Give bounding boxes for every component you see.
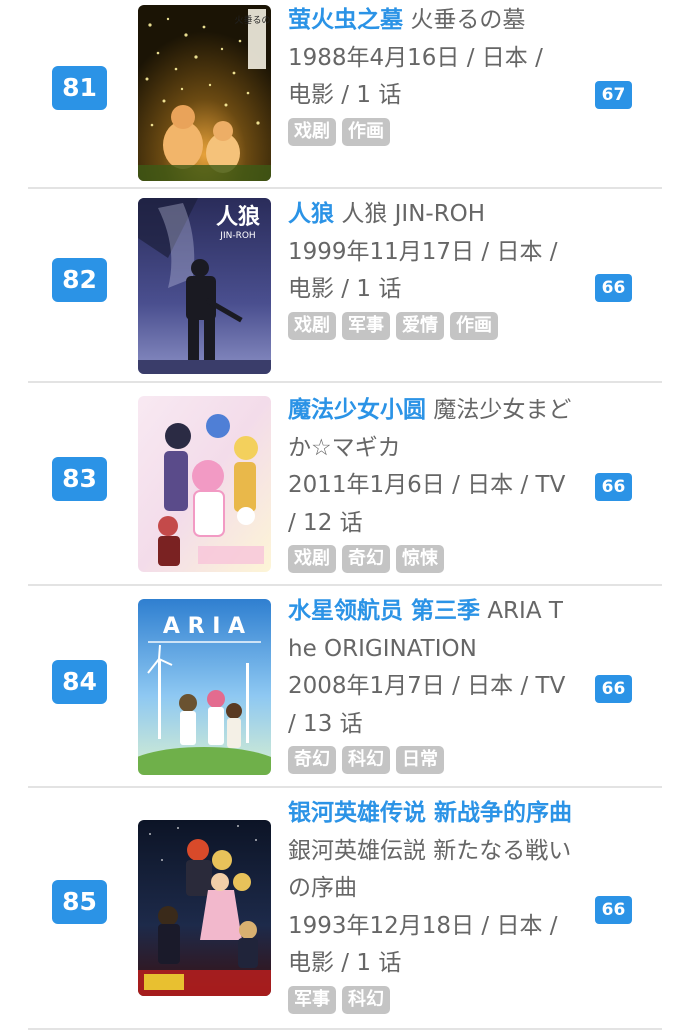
tag[interactable]: 爱情 xyxy=(396,311,444,340)
title-cn[interactable]: 银河英雄传说 新战争的序曲 xyxy=(288,800,572,826)
tag-list: 戏剧 军事 爱情 作画 xyxy=(288,311,573,340)
poster-image[interactable] xyxy=(138,396,271,572)
poster-image[interactable]: 火垂るの墓 xyxy=(138,5,271,181)
score-badge: 66 xyxy=(595,473,632,501)
tag[interactable]: 戏剧 xyxy=(288,311,336,340)
title-orig: 銀河英雄伝説 新たなる戦いの序曲 xyxy=(288,837,572,902)
tag[interactable]: 戏剧 xyxy=(288,117,336,146)
poster-image[interactable]: A R I A xyxy=(138,599,271,775)
rank-badge: 83 xyxy=(52,457,107,501)
meta-info: 2011年1月6日 / 日本 / TV / 12 话 xyxy=(288,472,566,536)
tag[interactable]: 军事 xyxy=(288,985,336,1014)
list-item[interactable]: 83 魔法少女小圆 魔法少女まどか☆マギカ 2011年1月6日 / 日本 / T… xyxy=(0,383,690,586)
aria-sky-poster: A R I A xyxy=(138,599,271,775)
rank-badge: 85 xyxy=(52,880,107,924)
tag[interactable]: 奇幻 xyxy=(288,746,336,774)
tag-list: 戏剧 奇幻 惊悚 xyxy=(288,545,573,573)
rank-badge: 82 xyxy=(52,258,107,302)
magical-girls-poster xyxy=(138,396,271,572)
tag[interactable]: 戏剧 xyxy=(288,545,336,573)
rank-badge: 84 xyxy=(52,660,107,704)
list-item[interactable]: 84 A R I A 水星领航员 第三季 ARIA The ORIGINATIO… xyxy=(0,585,690,788)
list-item[interactable]: 85 银河英雄传说 新战争的序曲 銀河英雄伝説 新たなる戦いの序曲 1993年1… xyxy=(0,788,690,1033)
anime-info: 魔法少女小圆 魔法少女まどか☆マギカ 2011年1月6日 / 日本 / TV /… xyxy=(288,392,573,573)
list-item[interactable]: 82 人狼 JIN-ROH 人狼 人狼 JIN-ROH 1999年11月17日 … xyxy=(0,189,690,383)
svg-text:人狼: 人狼 xyxy=(216,204,260,230)
meta-info: 2008年1月7日 / 日本 / TV / 13 话 xyxy=(288,673,566,737)
tag-list: 奇幻 科幻 日常 xyxy=(288,746,573,774)
title-cn[interactable]: 萤火虫之墓 xyxy=(288,7,403,33)
score-badge: 66 xyxy=(595,274,632,302)
tag[interactable]: 军事 xyxy=(342,311,390,340)
tag-list: 军事 科幻 xyxy=(288,985,573,1014)
tag[interactable]: 惊悚 xyxy=(396,545,444,573)
title-orig: 人狼 JIN-ROH xyxy=(341,201,486,227)
poster-image[interactable] xyxy=(138,820,271,996)
galactic-heroes-poster xyxy=(138,820,271,996)
armored-soldier-poster: 人狼 JIN-ROH xyxy=(138,198,271,374)
anime-info: 萤火虫之墓 火垂るの墓 1988年4月16日 / 日本 / 电影 / 1 话 戏… xyxy=(288,2,573,146)
title-cn[interactable]: 水星领航员 第三季 xyxy=(288,598,480,624)
meta-info: 1999年11月17日 / 日本 / 电影 / 1 话 xyxy=(288,238,558,303)
svg-text:火垂るの墓: 火垂るの墓 xyxy=(234,14,271,26)
tag[interactable]: 科幻 xyxy=(342,985,390,1014)
tag[interactable]: 作画 xyxy=(450,311,498,340)
score-badge: 66 xyxy=(595,896,632,924)
tag[interactable]: 作画 xyxy=(342,117,390,146)
divider xyxy=(28,1028,662,1030)
night-fireflies-poster: 火垂るの墓 xyxy=(138,5,271,181)
list-item[interactable]: 81 火垂るの 萤火虫之墓 火垂るの墓 1988年4月16日 / 日本 / 电影… xyxy=(0,0,690,189)
svg-text:JIN-ROH: JIN-ROH xyxy=(219,231,255,241)
title-cn[interactable]: 魔法少女小圆 xyxy=(288,397,426,423)
anime-info: 水星领航员 第三季 ARIA The ORIGINATION 2008年1月7日… xyxy=(288,593,573,774)
tag[interactable]: 日常 xyxy=(396,746,444,774)
rank-badge: 81 xyxy=(52,66,107,110)
meta-info: 1988年4月16日 / 日本 / 电影 / 1 话 xyxy=(288,44,543,109)
title-cn[interactable]: 人狼 xyxy=(288,201,334,227)
anime-info: 人狼 人狼 JIN-ROH 1999年11月17日 / 日本 / 电影 / 1 … xyxy=(288,196,573,340)
meta-info: 1993年12月18日 / 日本 / 电影 / 1 话 xyxy=(288,912,558,977)
title-orig: 火垂るの墓 xyxy=(410,7,526,33)
tag-list: 戏剧 作画 xyxy=(288,117,573,146)
anime-info: 银河英雄传说 新战争的序曲 銀河英雄伝説 新たなる戦いの序曲 1993年12月1… xyxy=(288,795,573,1014)
score-badge: 66 xyxy=(595,675,632,703)
score-badge: 67 xyxy=(595,81,632,109)
svg-text:A R I A: A R I A xyxy=(163,614,245,639)
tag[interactable]: 科幻 xyxy=(342,746,390,774)
tag[interactable]: 奇幻 xyxy=(342,545,390,573)
poster-image[interactable]: 人狼 JIN-ROH xyxy=(138,198,271,374)
